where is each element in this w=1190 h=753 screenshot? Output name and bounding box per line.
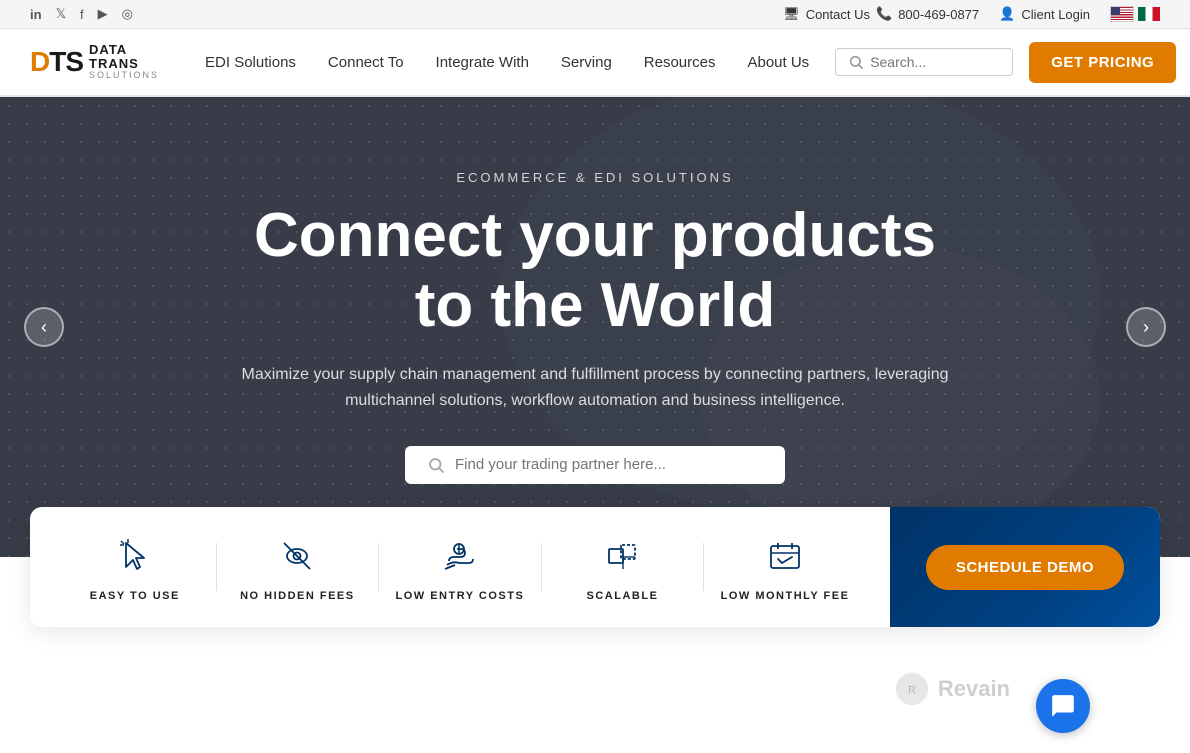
mx-flag[interactable] [1138, 7, 1160, 21]
logo-trans: TRANS [89, 57, 159, 71]
client-login-btn[interactable]: 👤 Client Login [999, 6, 1090, 22]
top-bar: in 𝕏 f ▶ ◎ 🖥 Contact Us 📞 800-469-0877 👤… [0, 0, 1190, 29]
user-icon: 👤 [999, 6, 1015, 22]
hero-search-box [405, 446, 785, 484]
facebook-icon[interactable]: f [80, 7, 84, 22]
navbar: DTS DATA TRANS SOLUTIONS EDI Solutions C… [0, 29, 1190, 97]
chat-icon [1050, 693, 1076, 719]
hero-search-icon [427, 456, 445, 474]
monitor-icon: 🖥 [783, 6, 800, 22]
hero-subtitle: ECOMMERCE & EDI SOLUTIONS [456, 170, 733, 185]
calendar-check-icon [761, 532, 809, 580]
hero-description: Maximize your supply chain management an… [235, 362, 955, 413]
schedule-demo-wrap: SCHEDULE DEMO [890, 507, 1160, 627]
logo-brand-text: DATA TRANS SOLUTIONS [89, 43, 159, 81]
social-links: in 𝕏 f ▶ ◎ [30, 6, 133, 22]
no-hidden-fees-label: NO HIDDEN FEES [240, 590, 355, 602]
hero-next-button[interactable]: › [1126, 307, 1166, 347]
language-flags [1110, 6, 1160, 22]
eye-slash-icon [273, 532, 321, 580]
scalable-label: SCALABLE [587, 590, 659, 602]
logo-data: DATA [89, 43, 159, 57]
revain-text: Revain [938, 676, 1010, 702]
chevron-right-icon: › [1143, 317, 1149, 338]
nav-links: EDI Solutions Connect To Integrate With … [189, 28, 825, 96]
feature-low-monthly-fee: LOW MONTHLY FEE [704, 532, 866, 602]
hand-money-icon [436, 532, 484, 580]
low-entry-costs-label: LOW ENTRY COSTS [395, 590, 524, 602]
logo[interactable]: DTS DATA TRANS SOLUTIONS [30, 43, 159, 81]
nav-integrate-with[interactable]: Integrate With [420, 28, 545, 96]
feature-scalable: SCALABLE [542, 532, 704, 602]
nav-serving[interactable]: Serving [545, 28, 628, 96]
easy-to-use-label: EASY TO USE [90, 590, 180, 602]
phone-icon: 📞 [876, 6, 892, 22]
chevron-left-icon: ‹ [41, 317, 47, 338]
features-items: EASY TO USE NO HIDDEN FEES [30, 507, 890, 627]
hero-title: Connect your products to the World [254, 201, 936, 340]
nav-about-us[interactable]: About Us [731, 28, 825, 96]
feature-low-entry-costs: LOW ENTRY COSTS [379, 532, 541, 602]
youtube-icon[interactable]: ▶ [98, 6, 108, 22]
nav-connect-to[interactable]: Connect To [312, 28, 420, 96]
resize-icon [598, 532, 646, 580]
client-login-label: Client Login [1021, 7, 1090, 22]
chat-widget[interactable] [1036, 679, 1090, 733]
hero-section: ‹ ECOMMERCE & EDI SOLUTIONS Connect your… [0, 97, 1190, 557]
linkedin-icon[interactable]: in [30, 7, 42, 22]
logo-solutions: SOLUTIONS [89, 71, 159, 81]
us-flag[interactable] [1110, 6, 1134, 22]
hero-title-line2: to the World [415, 271, 775, 340]
feature-no-hidden-fees: NO HIDDEN FEES [217, 532, 379, 602]
search-input[interactable] [870, 54, 1000, 70]
feature-easy-to-use: EASY TO USE [54, 532, 216, 602]
search-box [835, 48, 1013, 76]
nav-edi-solutions[interactable]: EDI Solutions [189, 28, 312, 96]
phone-number: 800-469-0877 [898, 7, 979, 22]
svg-text:R: R [908, 685, 916, 697]
low-monthly-fee-label: LOW MONTHLY FEE [721, 590, 850, 602]
cursor-icon [111, 532, 159, 580]
hero-search-input[interactable] [455, 456, 763, 473]
logo-dts-text: DTS [30, 46, 83, 78]
nav-resources[interactable]: Resources [628, 28, 732, 96]
hero-title-line1: Connect your products [254, 201, 936, 270]
contact-label[interactable]: Contact Us [806, 7, 870, 22]
schedule-demo-button[interactable]: SCHEDULE DEMO [926, 545, 1124, 590]
get-pricing-button[interactable]: GET PRICING [1029, 42, 1176, 83]
hero-prev-button[interactable]: ‹ [24, 307, 64, 347]
revain-logo-icon: R [894, 671, 930, 707]
features-bar: EASY TO USE NO HIDDEN FEES [30, 507, 1160, 627]
bottom-area: R Revain [0, 627, 1190, 717]
top-bar-right: 🖥 Contact Us 📞 800-469-0877 👤 Client Log… [783, 6, 1160, 22]
instagram-icon[interactable]: ◎ [122, 6, 133, 22]
twitter-icon[interactable]: 𝕏 [56, 6, 66, 22]
contact-info: 🖥 Contact Us 📞 800-469-0877 [783, 6, 979, 22]
revain-area: R Revain [894, 671, 1010, 707]
search-icon [848, 54, 864, 70]
